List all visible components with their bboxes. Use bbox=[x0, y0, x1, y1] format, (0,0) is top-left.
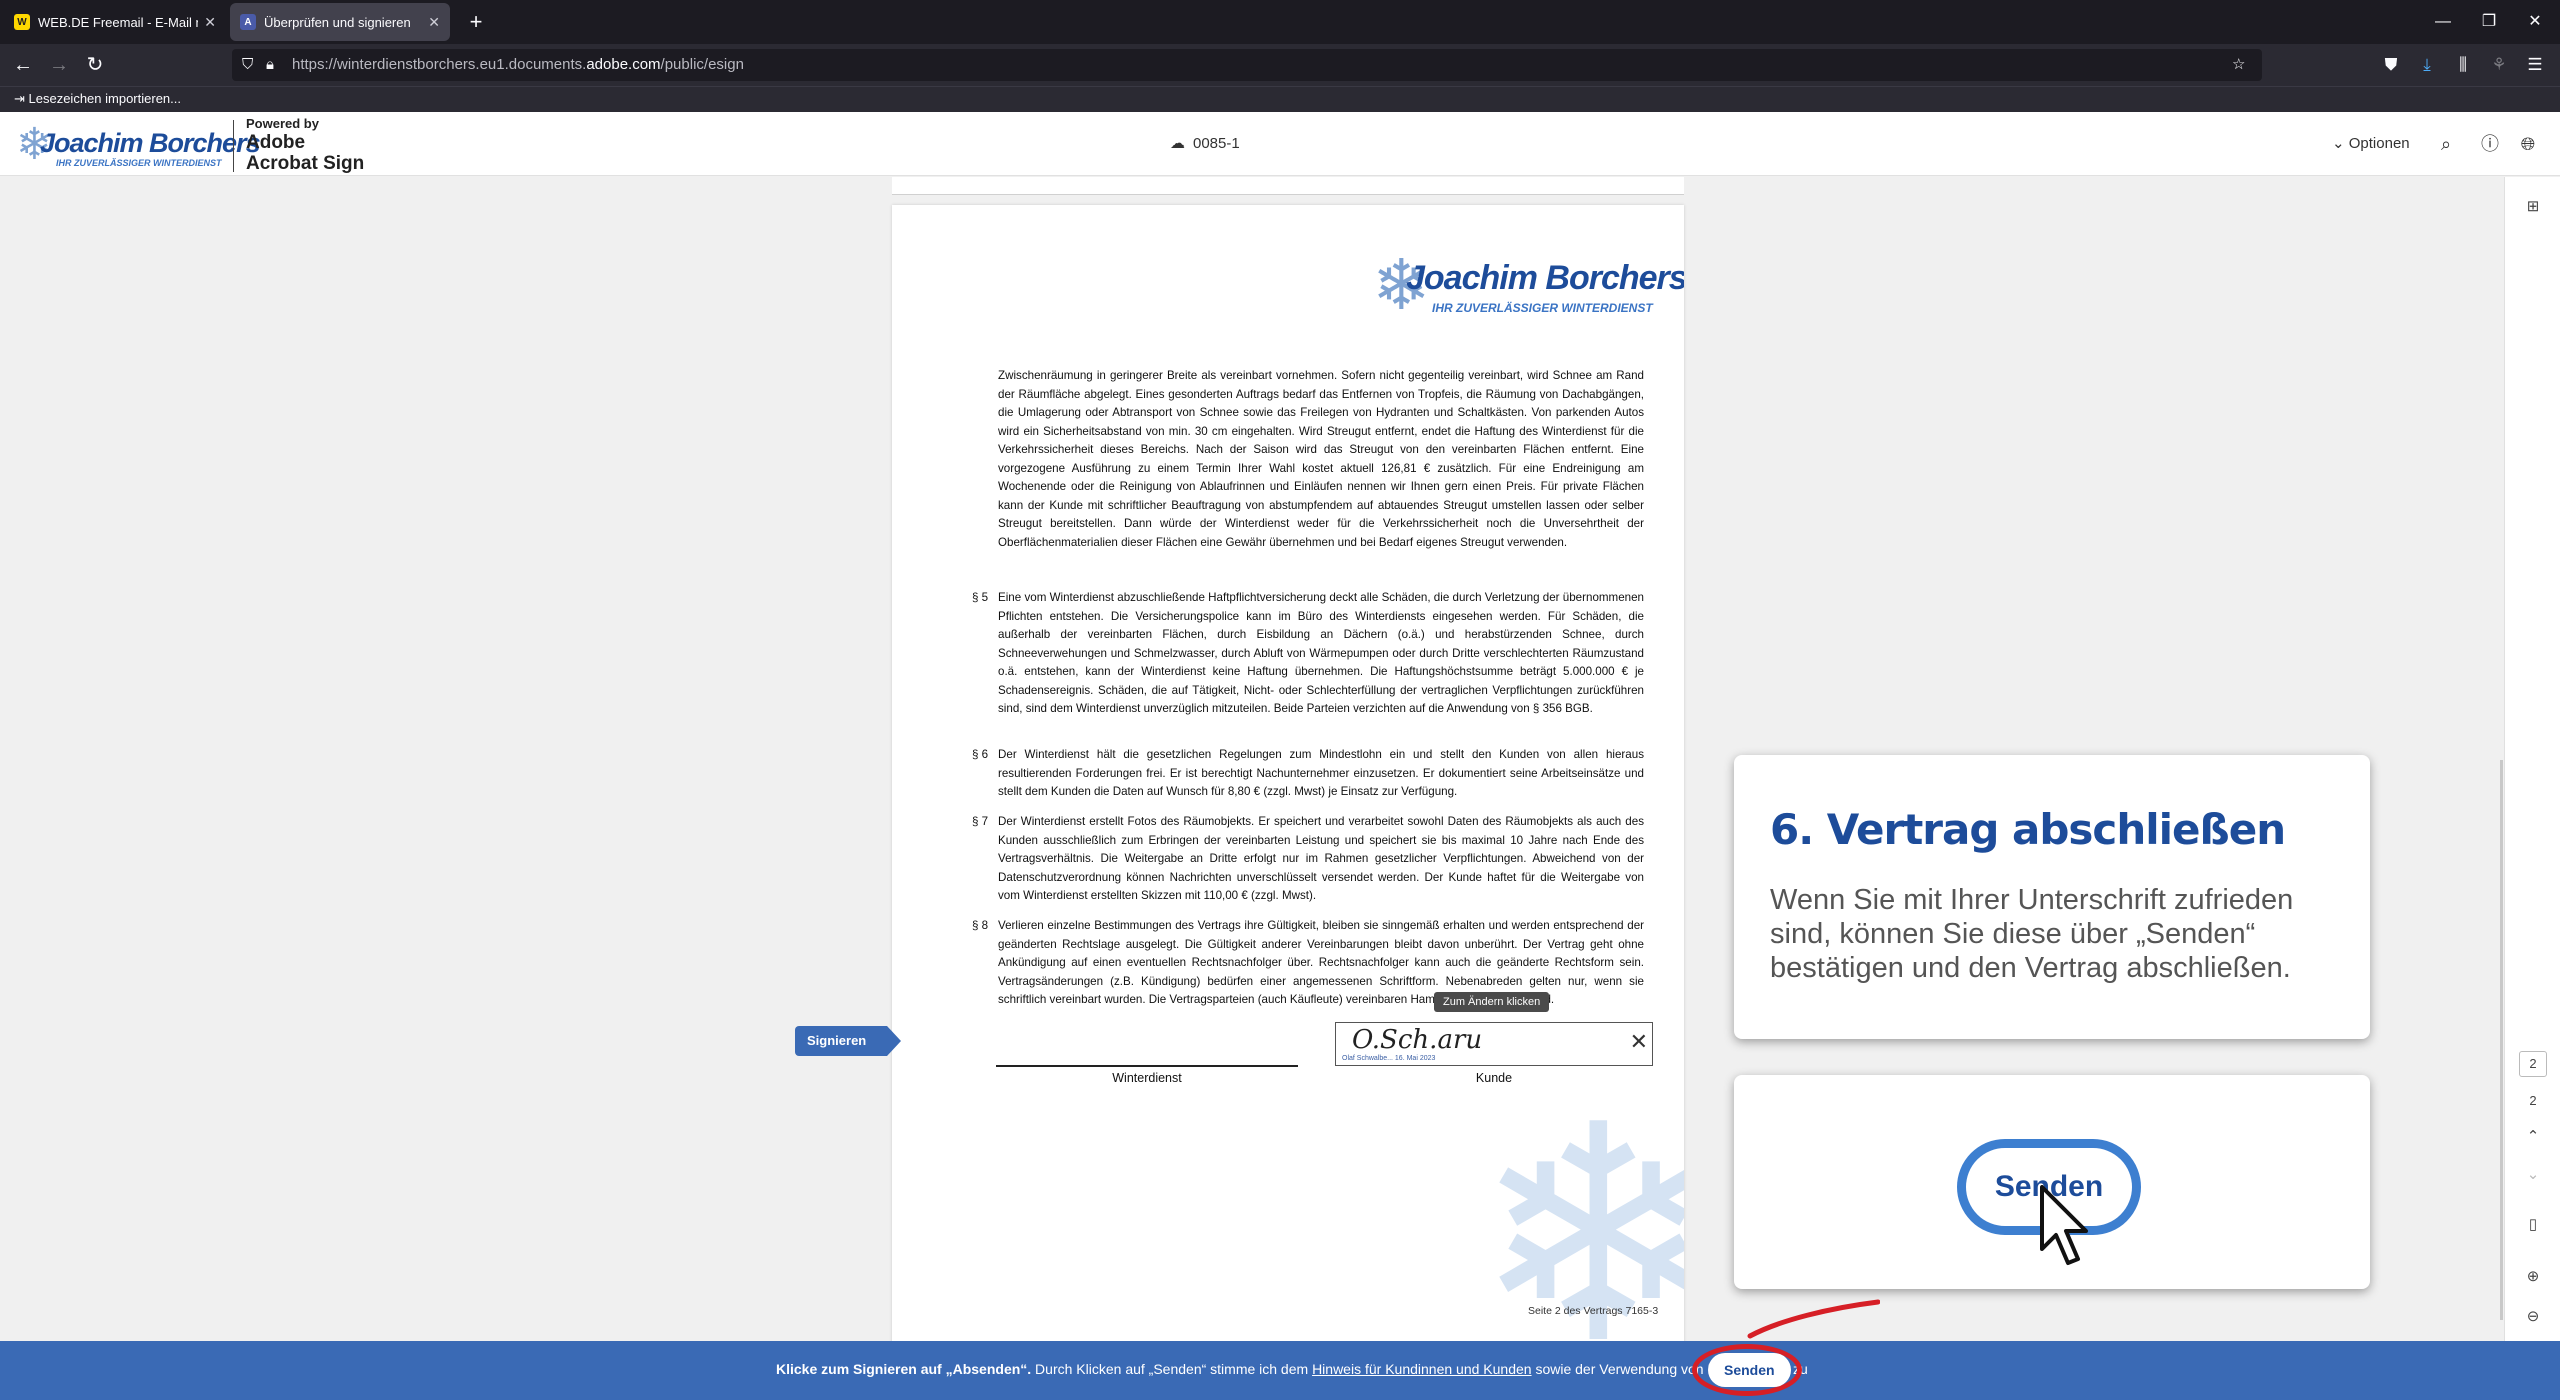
thumbnails-icon[interactable]: ⊞ bbox=[2519, 197, 2547, 215]
logo-tagline: IHR ZUVERLÄSSIGER WINTERDIENST bbox=[56, 158, 222, 168]
tab-title: WEB.DE Freemail - E-Mail mad bbox=[38, 14, 198, 30]
lock-icon[interactable]: 🔒︎ bbox=[266, 49, 274, 81]
document-id: ☁ 0085-1 bbox=[1170, 134, 1240, 153]
right-rail: ⊞ 2 2 ⌃ ⌄ ▯ ⊕ ⊖ bbox=[2504, 177, 2560, 1341]
paragraph: Zwischenräumung in geringerer Breite als… bbox=[998, 369, 1644, 549]
scrollbar[interactable] bbox=[2500, 760, 2503, 1320]
consent-bar: Klicke zum Signieren auf „Absenden“. Dur… bbox=[0, 1341, 2560, 1400]
forward-icon[interactable]: → bbox=[44, 50, 74, 80]
download-icon[interactable]: ⤓ bbox=[2412, 50, 2442, 80]
change-tooltip: Zum Ändern klicken bbox=[1434, 992, 1550, 1012]
page-total: 2 bbox=[2529, 1093, 2537, 1108]
document-viewer: ❄ ❄ Joachim Borchers IHR ZUVERLÄSSIGER W… bbox=[0, 177, 2560, 1341]
sign-header: ❄ Joachim Borchers IHR ZUVERLÄSSIGER WIN… bbox=[0, 112, 2560, 176]
company-logo: ❄ Joachim Borchers IHR ZUVERLÄSSIGER WIN… bbox=[16, 122, 261, 169]
signature-field[interactable]: O.Sch.aru Olaf Schwalbe... 16. Mai 2023 … bbox=[1335, 1022, 1653, 1066]
webde-favicon-icon: W bbox=[14, 14, 30, 30]
cloud-icon: ☁ bbox=[1170, 135, 1185, 152]
import-bookmarks-link[interactable]: ⇥ Lesezeichen importieren... bbox=[14, 91, 181, 107]
new-tab-button[interactable]: + bbox=[460, 6, 492, 38]
tutorial-heading: 6. Vertrag abschließen bbox=[1770, 805, 2286, 854]
previous-page-edge bbox=[892, 177, 1684, 195]
sign-tag-button[interactable]: Signieren bbox=[795, 1026, 901, 1056]
acrobat-favicon-icon: A bbox=[240, 14, 256, 30]
page-logo: ❄ Joachim Borchers IHR ZUVERLÄSSIGER WIN… bbox=[1372, 249, 1684, 321]
browser-navbar: ← → ↻ ⛉ 🔒︎ https://winterdienstborchers.… bbox=[0, 44, 2560, 86]
shield-icon[interactable]: ⛉ bbox=[242, 49, 253, 81]
label-kunde: Kunde bbox=[1475, 1071, 1513, 1085]
reload-icon[interactable]: ↻ bbox=[80, 50, 110, 80]
powered-by: Powered by Adobe Acrobat Sign bbox=[246, 116, 365, 174]
header-divider bbox=[233, 120, 234, 172]
label-winterdienst: Winterdienst bbox=[1112, 1071, 1182, 1085]
tutorial-text: Wenn Sie mit Ihrer Unterschrift zufriede… bbox=[1770, 884, 2294, 984]
document-page: ❄ ❄ Joachim Borchers IHR ZUVERLÄSSIGER W… bbox=[892, 205, 1684, 1341]
signature-meta: Olaf Schwalbe... 16. Mai 2023 bbox=[1342, 1055, 1436, 1062]
page-number: Seite 2 des Vertrags 7165-3 bbox=[1528, 1305, 1659, 1317]
tutorial-button-card: Senden bbox=[1734, 1075, 2370, 1289]
close-tab-icon[interactable]: ✕ bbox=[204, 14, 216, 31]
consent-text: Klicke zum Signieren auf „Absenden“. Dur… bbox=[776, 1361, 1808, 1377]
tab-sign[interactable]: A Überprüfen und signieren ✕ bbox=[230, 3, 450, 41]
globe-icon[interactable]: 🌐︎ bbox=[2514, 130, 2542, 158]
bookmarks-bar: ⇥ Lesezeichen importieren... bbox=[0, 86, 2560, 112]
menu-icon[interactable]: ☰ bbox=[2520, 50, 2550, 80]
minimize-icon[interactable]: — bbox=[2420, 0, 2466, 44]
snowflake-watermark-icon: ❄ bbox=[1472, 1067, 1684, 1341]
browser-tabbar: W WEB.DE Freemail - E-Mail mad ✕ A Überp… bbox=[0, 0, 2560, 44]
fit-page-icon[interactable]: ▯ bbox=[2519, 1215, 2547, 1233]
send-button[interactable]: Senden bbox=[1708, 1353, 1791, 1387]
paragraph: § 7 Der Winterdienst erstellt Fotos des R… bbox=[972, 815, 1644, 902]
library-icon[interactable]: ⫼ bbox=[2448, 50, 2478, 80]
bookmark-star-icon[interactable]: ☆ bbox=[2232, 49, 2245, 81]
search-icon[interactable]: ⌕ bbox=[2432, 130, 2460, 158]
close-window-icon[interactable]: ✕ bbox=[2512, 0, 2558, 44]
clear-signature-icon[interactable]: ✕ bbox=[1630, 1029, 1648, 1055]
page-logo-name: Joachim Borchers bbox=[1406, 259, 1684, 297]
page-logo-tagline: IHR ZUVERLÄSSIGER WINTERDIENST bbox=[1432, 301, 1653, 315]
red-annotation-mark bbox=[1747, 1299, 1880, 1339]
mouse-cursor-icon bbox=[2040, 1185, 2088, 1265]
signature-line-winterdienst bbox=[996, 1065, 1298, 1067]
close-tab-icon[interactable]: ✕ bbox=[428, 14, 440, 31]
tab-webde[interactable]: W WEB.DE Freemail - E-Mail mad ✕ bbox=[4, 3, 226, 41]
signature-image: O.Sch.aru bbox=[1352, 1025, 1483, 1055]
zoom-out-icon[interactable]: ⊖ bbox=[2519, 1307, 2547, 1325]
extension-icon[interactable]: ⚘ bbox=[2484, 50, 2514, 80]
page-down-icon[interactable]: ⌄ bbox=[2519, 1165, 2547, 1183]
zoom-in-icon[interactable]: ⊕ bbox=[2519, 1267, 2547, 1285]
tutorial-card: 6. Vertrag abschließen Wenn Sie mit Ihre… bbox=[1734, 755, 2370, 1039]
paragraph: § 5 Eine vom Winterdienst abzuschließende… bbox=[972, 591, 1644, 715]
url-bar[interactable]: ⛉ 🔒︎ https://winterdienstborchers.eu1.do… bbox=[232, 49, 2262, 81]
paragraph: § 6 Der Winterdienst hält die gesetzliche… bbox=[972, 748, 1644, 798]
options-menu[interactable]: ⌄ Optionen bbox=[2332, 130, 2410, 158]
tab-title: Überprüfen und signieren bbox=[264, 14, 411, 30]
logo-name: Joachim Borchers bbox=[40, 128, 261, 158]
back-icon[interactable]: ← bbox=[8, 50, 38, 80]
url-text[interactable]: https://winterdienstborchers.eu1.documen… bbox=[292, 49, 744, 81]
page-current[interactable]: 2 bbox=[2519, 1051, 2547, 1077]
restore-icon[interactable]: ❐ bbox=[2466, 0, 2512, 44]
customer-notice-link[interactable]: Hinweis für Kundinnen und Kunden bbox=[1312, 1361, 1532, 1377]
page-up-icon[interactable]: ⌃ bbox=[2519, 1127, 2547, 1145]
pocket-icon[interactable]: ⛊ bbox=[2376, 50, 2406, 80]
help-icon[interactable]: ⓘ bbox=[2476, 130, 2504, 158]
